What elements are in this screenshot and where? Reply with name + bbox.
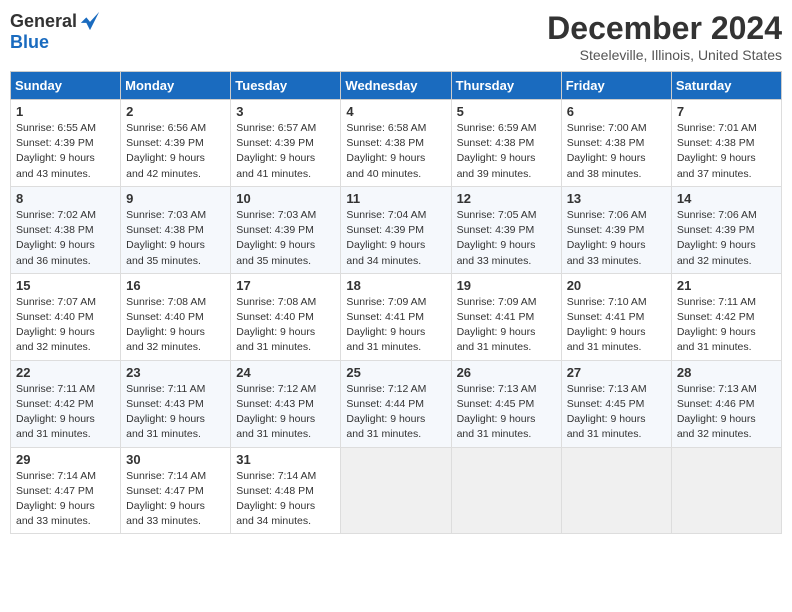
week-row-4: 22 Sunrise: 7:11 AMSunset: 4:42 PMDaylig… <box>11 360 782 447</box>
week-row-2: 8 Sunrise: 7:02 AMSunset: 4:38 PMDayligh… <box>11 186 782 273</box>
table-row: 19 Sunrise: 7:09 AMSunset: 4:41 PMDaylig… <box>451 273 561 360</box>
table-row: 21 Sunrise: 7:11 AMSunset: 4:42 PMDaylig… <box>671 273 781 360</box>
table-row: 18 Sunrise: 7:09 AMSunset: 4:41 PMDaylig… <box>341 273 451 360</box>
table-row: 17 Sunrise: 7:08 AMSunset: 4:40 PMDaylig… <box>231 273 341 360</box>
table-row: 1 Sunrise: 6:55 AMSunset: 4:39 PMDayligh… <box>11 100 121 187</box>
table-row: 10 Sunrise: 7:03 AMSunset: 4:39 PMDaylig… <box>231 186 341 273</box>
col-saturday: Saturday <box>671 72 781 100</box>
empty-cell <box>671 447 781 534</box>
table-row: 25 Sunrise: 7:12 AMSunset: 4:44 PMDaylig… <box>341 360 451 447</box>
table-row: 5 Sunrise: 6:59 AMSunset: 4:38 PMDayligh… <box>451 100 561 187</box>
table-row: 12 Sunrise: 7:05 AMSunset: 4:39 PMDaylig… <box>451 186 561 273</box>
table-row: 24 Sunrise: 7:12 AMSunset: 4:43 PMDaylig… <box>231 360 341 447</box>
main-title: December 2024 <box>547 10 782 47</box>
table-row: 28 Sunrise: 7:13 AMSunset: 4:46 PMDaylig… <box>671 360 781 447</box>
logo: General Blue <box>10 10 101 53</box>
table-row: 16 Sunrise: 7:08 AMSunset: 4:40 PMDaylig… <box>121 273 231 360</box>
table-row: 6 Sunrise: 7:00 AMSunset: 4:38 PMDayligh… <box>561 100 671 187</box>
week-row-1: 1 Sunrise: 6:55 AMSunset: 4:39 PMDayligh… <box>11 100 782 187</box>
col-tuesday: Tuesday <box>231 72 341 100</box>
table-row: 7 Sunrise: 7:01 AMSunset: 4:38 PMDayligh… <box>671 100 781 187</box>
table-row: 27 Sunrise: 7:13 AMSunset: 4:45 PMDaylig… <box>561 360 671 447</box>
week-row-5: 29 Sunrise: 7:14 AMSunset: 4:47 PMDaylig… <box>11 447 782 534</box>
col-thursday: Thursday <box>451 72 561 100</box>
week-row-3: 15 Sunrise: 7:07 AMSunset: 4:40 PMDaylig… <box>11 273 782 360</box>
table-row: 13 Sunrise: 7:06 AMSunset: 4:39 PMDaylig… <box>561 186 671 273</box>
table-row: 20 Sunrise: 7:10 AMSunset: 4:41 PMDaylig… <box>561 273 671 360</box>
table-row: 2 Sunrise: 6:56 AMSunset: 4:39 PMDayligh… <box>121 100 231 187</box>
table-row: 9 Sunrise: 7:03 AMSunset: 4:38 PMDayligh… <box>121 186 231 273</box>
table-row: 14 Sunrise: 7:06 AMSunset: 4:39 PMDaylig… <box>671 186 781 273</box>
subtitle: Steeleville, Illinois, United States <box>547 47 782 63</box>
table-row: 11 Sunrise: 7:04 AMSunset: 4:39 PMDaylig… <box>341 186 451 273</box>
empty-cell <box>341 447 451 534</box>
col-wednesday: Wednesday <box>341 72 451 100</box>
title-section: December 2024 Steeleville, Illinois, Uni… <box>547 10 782 63</box>
table-row: 29 Sunrise: 7:14 AMSunset: 4:47 PMDaylig… <box>11 447 121 534</box>
table-row: 3 Sunrise: 6:57 AMSunset: 4:39 PMDayligh… <box>231 100 341 187</box>
table-row: 8 Sunrise: 7:02 AMSunset: 4:38 PMDayligh… <box>11 186 121 273</box>
table-row: 4 Sunrise: 6:58 AMSunset: 4:38 PMDayligh… <box>341 100 451 187</box>
table-row: 30 Sunrise: 7:14 AMSunset: 4:47 PMDaylig… <box>121 447 231 534</box>
col-friday: Friday <box>561 72 671 100</box>
logo-bird-icon <box>79 10 101 32</box>
empty-cell <box>561 447 671 534</box>
table-row: 31 Sunrise: 7:14 AMSunset: 4:48 PMDaylig… <box>231 447 341 534</box>
table-row: 22 Sunrise: 7:11 AMSunset: 4:42 PMDaylig… <box>11 360 121 447</box>
calendar-table: Sunday Monday Tuesday Wednesday Thursday… <box>10 71 782 534</box>
logo-blue-text: Blue <box>10 32 49 53</box>
table-row: 26 Sunrise: 7:13 AMSunset: 4:45 PMDaylig… <box>451 360 561 447</box>
col-sunday: Sunday <box>11 72 121 100</box>
table-row: 23 Sunrise: 7:11 AMSunset: 4:43 PMDaylig… <box>121 360 231 447</box>
empty-cell <box>451 447 561 534</box>
col-monday: Monday <box>121 72 231 100</box>
page-header: General Blue December 2024 Steeleville, … <box>10 10 782 63</box>
calendar-header-row: Sunday Monday Tuesday Wednesday Thursday… <box>11 72 782 100</box>
logo-general-text: General <box>10 11 77 32</box>
table-row: 15 Sunrise: 7:07 AMSunset: 4:40 PMDaylig… <box>11 273 121 360</box>
